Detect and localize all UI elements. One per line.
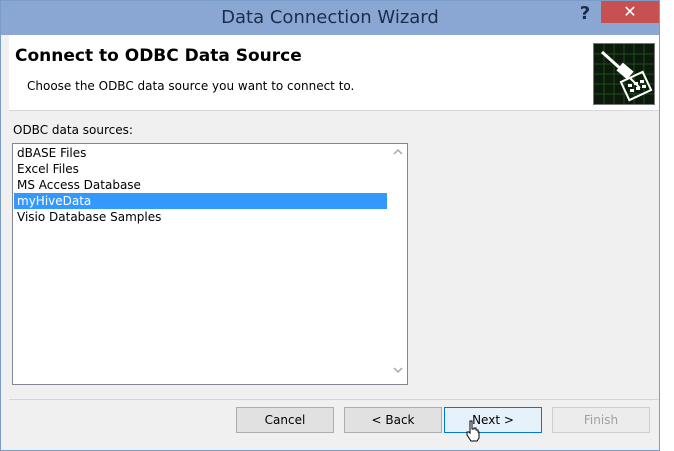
help-button[interactable]: ? [571,3,599,27]
chevron-down-icon[interactable] [389,364,407,382]
title-bar[interactable]: Data Connection Wizard ? ✕ [1,1,659,35]
page-title: Connect to ODBC Data Source [15,46,302,66]
finish-button: Finish [552,407,650,433]
page-subtitle: Choose the ODBC data source you want to … [27,79,355,93]
list-item[interactable]: Visio Database Samples [14,209,387,225]
hand-cursor-icon [466,420,480,442]
window-title: Data Connection Wizard [221,7,439,28]
list-scrollbar[interactable] [389,144,407,384]
chevron-up-icon[interactable] [389,146,407,164]
odbc-list-label: ODBC data sources: [13,123,133,137]
cancel-button[interactable]: Cancel [236,407,334,433]
close-button[interactable]: ✕ [601,1,659,23]
footer-divider [9,399,659,400]
wizard-window: Data Connection Wizard ? ✕ Connect to OD… [0,0,660,451]
next-button[interactable]: Next > [444,407,542,433]
list-item[interactable]: MS Access Database [14,177,387,193]
list-item[interactable]: Excel Files [14,161,387,177]
list-item[interactable]: dBASE Files [14,145,387,161]
back-button[interactable]: < Back [344,407,442,433]
list-item-selected[interactable]: myHiveData [14,193,387,209]
database-wizard-icon [593,43,655,105]
odbc-source-list[interactable]: dBASE Files Excel Files MS Access Databa… [12,143,408,385]
wizard-header: Connect to ODBC Data Source Choose the O… [9,35,659,111]
